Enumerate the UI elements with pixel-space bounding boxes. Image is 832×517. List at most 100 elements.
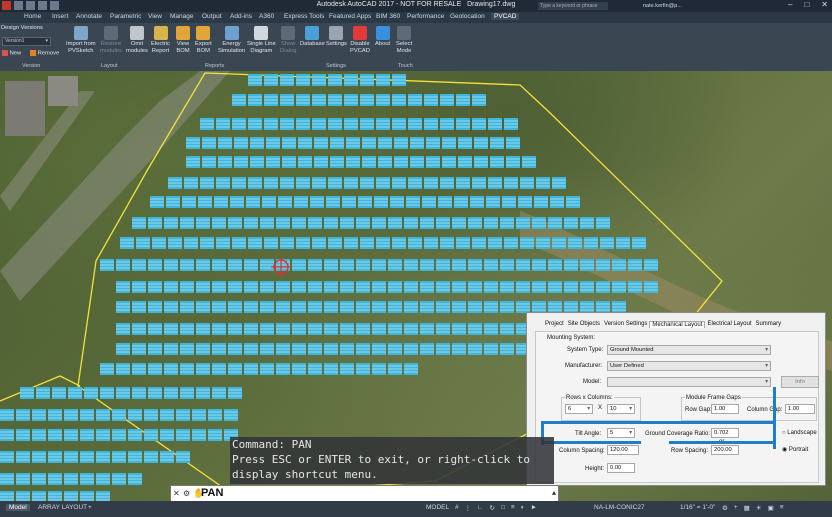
energy-button[interactable]: Energy Simulation bbox=[218, 26, 245, 55]
workspace-icon[interactable]: ▦ bbox=[744, 504, 750, 512]
tab-insert[interactable]: Insert bbox=[52, 13, 68, 20]
solar-panel-block[interactable] bbox=[0, 491, 14, 501]
user-account[interactable]: nate.kerfin@p... bbox=[643, 2, 695, 10]
design-versions-label: Design Versions bbox=[1, 25, 43, 31]
lineweight-icon[interactable]: ≡ bbox=[511, 504, 515, 512]
tab-bim-360[interactable]: BIM 360 bbox=[376, 13, 400, 20]
solar-panel-block[interactable] bbox=[96, 491, 110, 501]
select-mode-button[interactable]: Select Mode bbox=[396, 26, 412, 55]
new-version-button[interactable]: New bbox=[2, 50, 21, 58]
model-select[interactable]: ▾ bbox=[607, 377, 771, 387]
dialog-tab-site-objects[interactable]: Site Objects bbox=[566, 321, 602, 328]
export-bom-button[interactable]: Export BOM bbox=[195, 26, 212, 55]
coord-system-label[interactable]: NA-LM-CONIC27 bbox=[594, 504, 645, 511]
ribbon-button-label: Select bbox=[396, 41, 413, 47]
dialog-tab-mechanical-layout[interactable]: Mechanical Layout bbox=[649, 321, 706, 328]
tab-performance[interactable]: Performance bbox=[407, 13, 444, 20]
menu-icon[interactable]: ≡ bbox=[780, 504, 784, 512]
disable-icon bbox=[352, 26, 367, 40]
tilt-angle-select[interactable]: 5 ▾ bbox=[607, 428, 635, 438]
height-input[interactable]: 0.00 bbox=[607, 463, 635, 473]
import-button[interactable]: Import from PVSketch bbox=[66, 26, 96, 55]
window-controls: – □ ✕ bbox=[788, 0, 828, 9]
minimize-icon[interactable]: – bbox=[788, 0, 792, 9]
isolate-icon[interactable]: ☀ bbox=[756, 504, 762, 512]
polar-icon[interactable]: ↻ bbox=[490, 504, 495, 512]
remove-version-button[interactable]: Remove bbox=[30, 50, 59, 58]
diagram-outline-right bbox=[773, 387, 776, 449]
maximize-icon[interactable]: □ bbox=[804, 0, 809, 9]
tab-view[interactable]: View bbox=[148, 13, 162, 20]
gcr-input[interactable]: 0.702 bbox=[711, 428, 739, 438]
view-bom-button[interactable]: View BOM bbox=[176, 26, 190, 55]
tab-home[interactable]: Home bbox=[24, 13, 41, 20]
ribbon-button-label: Mode bbox=[396, 48, 412, 54]
tab-add-ins[interactable]: Add-ins bbox=[230, 13, 252, 20]
gear-icon[interactable]: ⚙ bbox=[722, 504, 728, 512]
solar-panel-block[interactable] bbox=[64, 491, 78, 501]
portrait-radio[interactable]: ◉ Portrait bbox=[782, 446, 808, 453]
tab-annotate[interactable]: Annotate bbox=[76, 13, 102, 20]
restore-button[interactable]: Restore modules bbox=[100, 26, 122, 55]
solar-panel-block[interactable] bbox=[32, 491, 46, 501]
plus-icon[interactable]: + bbox=[734, 504, 738, 512]
disable-button[interactable]: Disable PVCAD bbox=[350, 26, 370, 55]
omit-button[interactable]: Omit modules bbox=[126, 26, 148, 55]
tab-express-tools[interactable]: Express Tools bbox=[284, 13, 324, 20]
tab-geolocation[interactable]: Geolocation bbox=[450, 13, 485, 20]
dialog-tab-electrical-layout[interactable]: Electrical Layout bbox=[705, 321, 753, 328]
command-input[interactable]: PAN bbox=[201, 487, 223, 499]
search-input[interactable]: Type a keyword or phrase bbox=[538, 2, 608, 10]
show-dialog-button[interactable]: Show Dialog bbox=[280, 26, 296, 55]
grid-icon[interactable]: # bbox=[455, 504, 459, 512]
tab-pvcad[interactable]: PVCAD bbox=[491, 13, 520, 20]
model-space-toggle[interactable]: MODEL bbox=[426, 504, 449, 511]
tab-manage[interactable]: Manage bbox=[170, 13, 194, 20]
database-button[interactable]: Database bbox=[300, 26, 325, 48]
settings-button[interactable]: Settings bbox=[326, 26, 347, 48]
fullscreen-icon[interactable]: ▣ bbox=[768, 504, 774, 512]
dialog-tab-summary[interactable]: Summary bbox=[753, 321, 783, 328]
rows-select[interactable]: 6 ▾ bbox=[565, 404, 593, 414]
rows-value: 6 bbox=[568, 406, 572, 412]
tab-parametric[interactable]: Parametric bbox=[110, 13, 141, 20]
ribbon-tab-bar: Home Insert Annotate Parametric View Manage Ou… bbox=[0, 12, 832, 23]
panel-label-reports: Reports bbox=[205, 63, 225, 69]
close-icon[interactable]: ✕ bbox=[173, 489, 180, 498]
solar-panel-block[interactable] bbox=[48, 491, 62, 501]
tab-featured-apps[interactable]: Featured Apps bbox=[329, 13, 371, 20]
solar-panel-block[interactable] bbox=[80, 491, 94, 501]
tab-output[interactable]: Output bbox=[202, 13, 222, 20]
selection-icon[interactable]: ► bbox=[531, 504, 537, 512]
solar-panel-block[interactable] bbox=[16, 491, 30, 501]
info-button[interactable]: Info bbox=[781, 376, 819, 388]
window-title: Autodesk AutoCAD 2017 - NOT FOR RESALE D… bbox=[0, 1, 832, 8]
dialog-tab-project[interactable]: Project bbox=[543, 321, 566, 328]
columns-select[interactable]: 10 ▾ bbox=[607, 404, 635, 414]
close-icon[interactable]: ✕ bbox=[821, 0, 828, 9]
tab-model[interactable]: Model bbox=[6, 504, 30, 511]
electric-report-button[interactable]: Electric Report bbox=[151, 26, 170, 55]
tab-a360[interactable]: A360 bbox=[259, 13, 274, 20]
osnap-icon[interactable]: □ bbox=[501, 504, 505, 512]
row-gap-input[interactable]: 1.00 bbox=[711, 404, 739, 414]
column-gap-input[interactable]: 1.00 bbox=[785, 404, 815, 414]
dialog-tab-version-settings[interactable]: Version Settings bbox=[602, 321, 649, 328]
system-type-select[interactable]: Ground Mounted ▾ bbox=[607, 345, 771, 355]
add-layout-icon[interactable]: + bbox=[88, 504, 92, 511]
ortho-icon[interactable]: ∟ bbox=[477, 504, 483, 512]
about-button[interactable]: About bbox=[375, 26, 390, 48]
ribbon-button-label: Settings bbox=[326, 41, 347, 47]
manufacturer-select[interactable]: User Defined ▾ bbox=[607, 361, 771, 371]
snap-icon[interactable]: ⋮ bbox=[465, 504, 472, 512]
landscape-radio[interactable]: ○ Landscape bbox=[782, 430, 817, 436]
version-select[interactable]: Version1 ▾ bbox=[2, 37, 51, 46]
wrench-icon[interactable]: ⚙ bbox=[183, 489, 190, 498]
tab-array-layout[interactable]: ARRAY LAYOUT bbox=[38, 504, 87, 511]
annotation-scale[interactable]: 1/16" = 1'-0" bbox=[680, 504, 715, 511]
chevron-up-icon[interactable]: ▴ bbox=[552, 488, 556, 497]
transparency-icon[interactable]: ◐ bbox=[521, 504, 525, 512]
column-spacing-input[interactable]: 120.00 bbox=[607, 445, 639, 455]
row-spacing-input[interactable]: 200.00 bbox=[711, 445, 739, 455]
single-line-button[interactable]: Single Line Diagram bbox=[247, 26, 276, 55]
